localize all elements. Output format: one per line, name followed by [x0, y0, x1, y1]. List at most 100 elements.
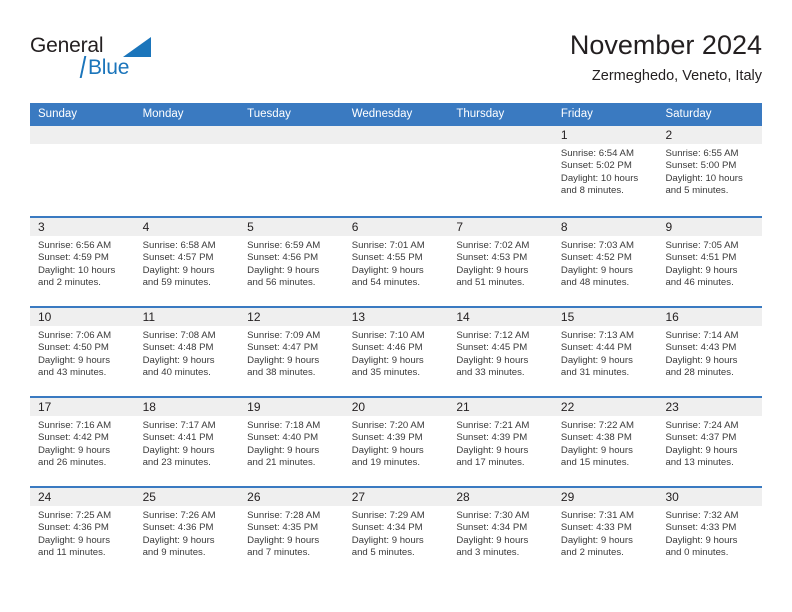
- day-details: Sunrise: 7:12 AM Sunset: 4:45 PM Dayligh…: [448, 326, 553, 379]
- logo-word-blue: Blue: [88, 56, 130, 79]
- day-cell-empty: [239, 126, 344, 216]
- day-number-band: 24: [30, 488, 135, 506]
- day-number: 11: [142, 310, 156, 324]
- day-cell[interactable]: 22 Sunrise: 7:22 AM Sunset: 4:38 PM Dayl…: [552, 398, 658, 486]
- logo-slash-divider: [79, 56, 87, 78]
- page-header: General Blue November 2024 Zermeghedo, V…: [30, 28, 762, 96]
- day-cell[interactable]: 9 Sunrise: 7:05 AM Sunset: 4:51 PM Dayli…: [657, 218, 763, 306]
- daylight-text-line2: and 35 minutes.: [351, 366, 421, 378]
- day-number-band: 3: [30, 218, 135, 236]
- day-number: 1: [560, 128, 568, 142]
- day-number-band: 21: [448, 398, 553, 416]
- day-cell[interactable]: 16 Sunrise: 7:14 AM Sunset: 4:43 PM Dayl…: [657, 308, 763, 396]
- daylight-text-line2: and 51 minutes.: [456, 276, 525, 288]
- day-cell[interactable]: 28 Sunrise: 7:30 AM Sunset: 4:34 PM Dayl…: [448, 488, 553, 576]
- daylight-text-line1: Daylight: 9 hours: [247, 264, 320, 276]
- day-number: 5: [247, 220, 254, 234]
- day-number: 13: [351, 310, 366, 324]
- week-row: 3 Sunrise: 6:56 AM Sunset: 4:59 PM Dayli…: [30, 216, 763, 306]
- sunset-text: Sunset: 4:39 PM: [351, 432, 423, 444]
- daylight-text-line1: Daylight: 9 hours: [247, 354, 320, 366]
- sunset-text: Sunset: 4:43 PM: [665, 342, 737, 354]
- day-number-band: 6: [343, 218, 449, 236]
- day-cell[interactable]: 23 Sunrise: 7:24 AM Sunset: 4:37 PM Dayl…: [657, 398, 763, 486]
- sunrise-text: Sunrise: 7:09 AM: [247, 330, 321, 341]
- day-cell[interactable]: 15 Sunrise: 7:13 AM Sunset: 4:44 PM Dayl…: [552, 308, 658, 396]
- day-cell[interactable]: 11 Sunrise: 7:08 AM Sunset: 4:48 PM Dayl…: [134, 308, 240, 396]
- day-details: Sunrise: 7:31 AM Sunset: 4:33 PM Dayligh…: [553, 506, 658, 559]
- sunset-text: Sunset: 4:36 PM: [142, 522, 214, 534]
- sunset-text: Sunset: 4:37 PM: [665, 432, 737, 444]
- day-number: 4: [142, 220, 150, 234]
- daylight-text-line1: Daylight: 9 hours: [456, 264, 529, 276]
- general-blue-logo[interactable]: General Blue: [30, 34, 160, 86]
- sunset-text: Sunset: 4:42 PM: [38, 432, 109, 444]
- day-cell[interactable]: 24 Sunrise: 7:25 AM Sunset: 4:36 PM Dayl…: [30, 488, 135, 576]
- daylight-text-line2: and 26 minutes.: [38, 456, 107, 468]
- sunset-text: Sunset: 4:57 PM: [142, 252, 214, 264]
- day-cell[interactable]: 5 Sunrise: 6:59 AM Sunset: 4:56 PM Dayli…: [239, 218, 344, 306]
- daylight-text-line2: and 2 minutes.: [560, 546, 624, 558]
- day-cell[interactable]: 14 Sunrise: 7:12 AM Sunset: 4:45 PM Dayl…: [448, 308, 553, 396]
- daylight-text-line2: and 2 minutes.: [38, 276, 101, 288]
- day-cell[interactable]: 18 Sunrise: 7:17 AM Sunset: 4:41 PM Dayl…: [134, 398, 240, 486]
- day-cell[interactable]: 13 Sunrise: 7:10 AM Sunset: 4:46 PM Dayl…: [343, 308, 449, 396]
- day-cell[interactable]: 20 Sunrise: 7:20 AM Sunset: 4:39 PM Dayl…: [343, 398, 449, 486]
- daylight-text-line1: Daylight: 9 hours: [665, 444, 738, 456]
- day-cell[interactable]: 2 Sunrise: 6:55 AM Sunset: 5:00 PM Dayli…: [657, 126, 763, 216]
- daylight-text-line1: Daylight: 9 hours: [665, 354, 738, 366]
- day-number-band: [239, 126, 344, 144]
- sunset-text: Sunset: 4:52 PM: [560, 252, 632, 264]
- day-number-band: [30, 126, 135, 144]
- day-number-band: 1: [552, 126, 658, 144]
- day-details: Sunrise: 6:56 AM Sunset: 4:59 PM Dayligh…: [30, 236, 135, 289]
- sunrise-text: Sunrise: 7:03 AM: [560, 240, 634, 251]
- day-cell[interactable]: 27 Sunrise: 7:29 AM Sunset: 4:34 PM Dayl…: [343, 488, 449, 576]
- daylight-text-line1: Daylight: 9 hours: [247, 444, 320, 456]
- sunrise-text: Sunrise: 7:01 AM: [351, 240, 425, 251]
- week-row: 10 Sunrise: 7:06 AM Sunset: 4:50 PM Dayl…: [30, 306, 763, 396]
- sunrise-text: Sunrise: 6:58 AM: [142, 240, 216, 251]
- sunset-text: Sunset: 4:34 PM: [351, 522, 423, 534]
- day-number: 21: [456, 400, 470, 414]
- sunset-text: Sunset: 4:51 PM: [665, 252, 737, 264]
- day-number: 7: [456, 220, 463, 234]
- day-cell[interactable]: 7 Sunrise: 7:02 AM Sunset: 4:53 PM Dayli…: [448, 218, 553, 306]
- week-row: 17 Sunrise: 7:16 AM Sunset: 4:42 PM Dayl…: [30, 396, 763, 486]
- day-cell[interactable]: 17 Sunrise: 7:16 AM Sunset: 4:42 PM Dayl…: [30, 398, 135, 486]
- sunset-text: Sunset: 4:33 PM: [560, 522, 632, 534]
- weekday-header-wednesday: Wednesday: [351, 108, 413, 120]
- daylight-text-line1: Daylight: 9 hours: [665, 264, 738, 276]
- day-cell[interactable]: 4 Sunrise: 6:58 AM Sunset: 4:57 PM Dayli…: [134, 218, 240, 306]
- day-cell[interactable]: 19 Sunrise: 7:18 AM Sunset: 4:40 PM Dayl…: [239, 398, 344, 486]
- day-details: Sunrise: 6:55 AM Sunset: 5:00 PM Dayligh…: [657, 144, 762, 197]
- day-details: Sunrise: 7:09 AM Sunset: 4:47 PM Dayligh…: [239, 326, 344, 379]
- sunset-text: Sunset: 4:33 PM: [665, 522, 737, 534]
- weekday-header-saturday: Saturday: [665, 108, 712, 120]
- day-cell[interactable]: 21 Sunrise: 7:21 AM Sunset: 4:39 PM Dayl…: [448, 398, 553, 486]
- sunset-text: Sunset: 4:46 PM: [351, 342, 423, 354]
- day-cell[interactable]: 30 Sunrise: 7:32 AM Sunset: 4:33 PM Dayl…: [657, 488, 763, 576]
- day-cell[interactable]: 1 Sunrise: 6:54 AM Sunset: 5:02 PM Dayli…: [552, 126, 658, 216]
- day-cell[interactable]: 10 Sunrise: 7:06 AM Sunset: 4:50 PM Dayl…: [30, 308, 135, 396]
- daylight-text-line2: and 33 minutes.: [456, 366, 525, 378]
- day-cell[interactable]: 25 Sunrise: 7:26 AM Sunset: 4:36 PM Dayl…: [134, 488, 240, 576]
- daylight-text-line1: Daylight: 9 hours: [142, 444, 215, 456]
- day-cell[interactable]: 3 Sunrise: 6:56 AM Sunset: 4:59 PM Dayli…: [30, 218, 135, 306]
- day-details: Sunrise: 7:05 AM Sunset: 4:51 PM Dayligh…: [657, 236, 762, 289]
- day-cell[interactable]: 29 Sunrise: 7:31 AM Sunset: 4:33 PM Dayl…: [552, 488, 658, 576]
- day-cell[interactable]: 8 Sunrise: 7:03 AM Sunset: 4:52 PM Dayli…: [552, 218, 658, 306]
- sunset-text: Sunset: 4:39 PM: [456, 432, 528, 444]
- day-number-band: 23: [657, 398, 763, 416]
- day-cell[interactable]: 26 Sunrise: 7:28 AM Sunset: 4:35 PM Dayl…: [239, 488, 344, 576]
- sunrise-text: Sunrise: 7:22 AM: [560, 420, 634, 431]
- sunrise-text: Sunrise: 7:31 AM: [560, 510, 634, 521]
- sunset-text: Sunset: 5:00 PM: [665, 160, 737, 172]
- day-details: Sunrise: 6:59 AM Sunset: 4:56 PM Dayligh…: [239, 236, 344, 289]
- day-cell[interactable]: 12 Sunrise: 7:09 AM Sunset: 4:47 PM Dayl…: [239, 308, 344, 396]
- title-block: November 2024 Zermeghedo, Veneto, Italy: [570, 28, 762, 86]
- day-number-band: 25: [134, 488, 240, 506]
- day-number-band: 9: [657, 218, 763, 236]
- day-number-band: 11: [134, 308, 240, 326]
- day-cell[interactable]: 6 Sunrise: 7:01 AM Sunset: 4:55 PM Dayli…: [343, 218, 449, 306]
